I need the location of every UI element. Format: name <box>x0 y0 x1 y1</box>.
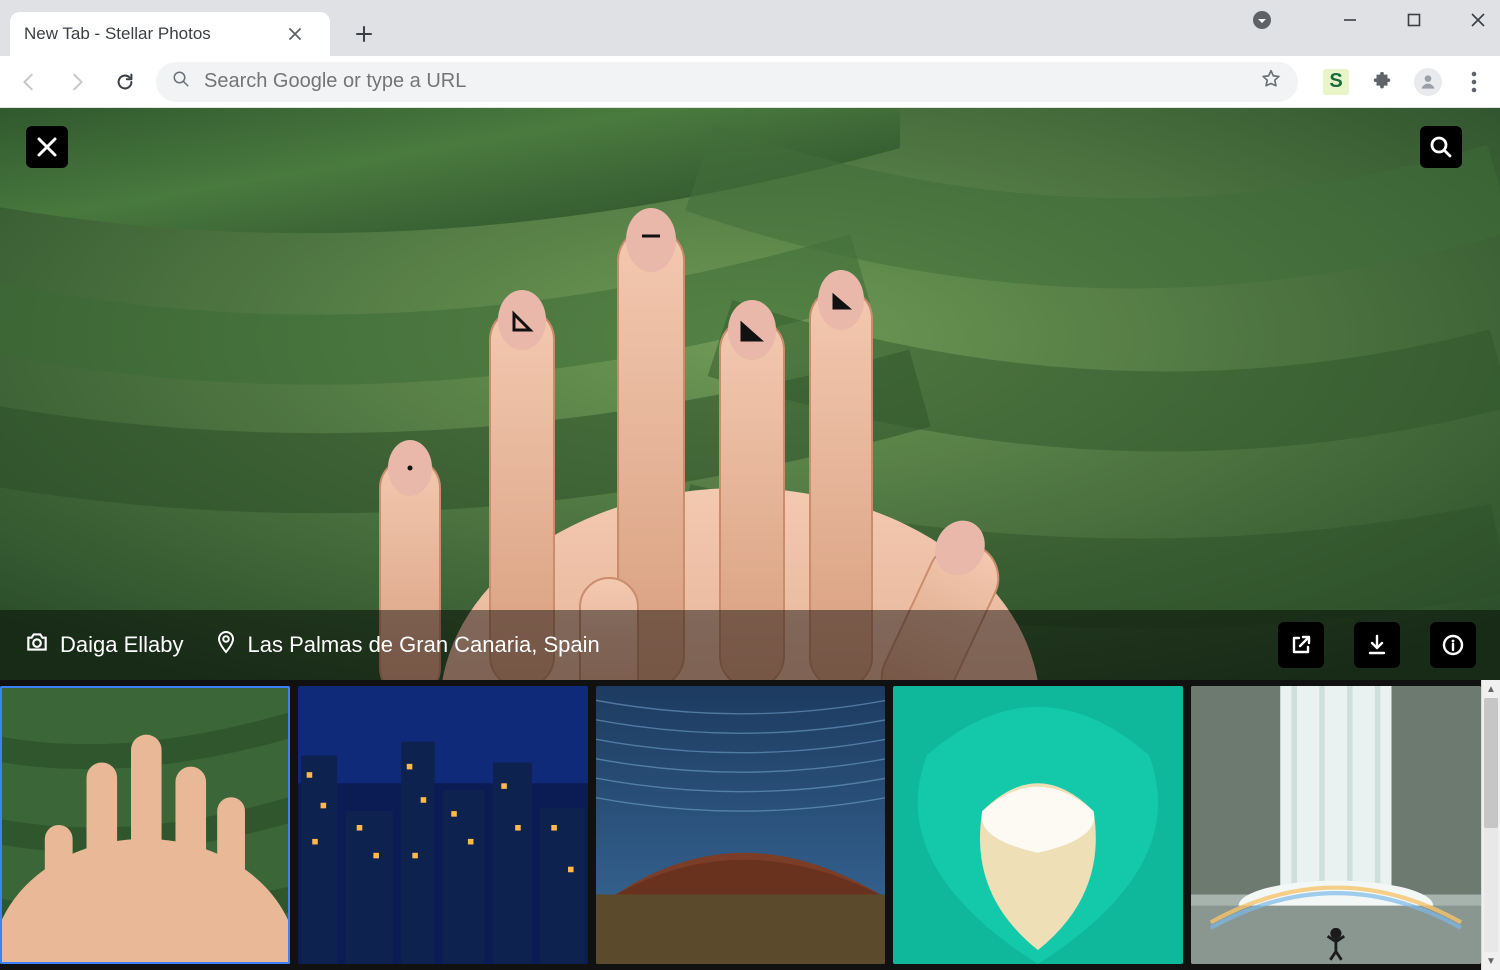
extension-stellar-icon[interactable]: S <box>1322 68 1350 96</box>
thumbnail-hand-palm[interactable] <box>0 686 290 964</box>
search-photos-button[interactable] <box>1420 126 1462 168</box>
address-bar[interactable] <box>156 62 1298 102</box>
location-pin-icon <box>214 630 238 660</box>
search-icon <box>172 70 190 94</box>
browser-tab-active[interactable]: New Tab - Stellar Photos <box>10 12 330 56</box>
location-text: Las Palmas de Gran Canaria, Spain <box>248 632 600 658</box>
kebab-menu-icon[interactable] <box>1460 68 1488 96</box>
thumbnail-uluru-stars[interactable] <box>596 686 886 964</box>
hero-image <box>0 108 1500 680</box>
thumbnail-city-night[interactable] <box>298 686 588 964</box>
thumbnail-strip <box>0 680 1481 970</box>
window-controls <box>1248 6 1492 34</box>
extensions-puzzle-icon[interactable] <box>1368 68 1396 96</box>
window-close-button[interactable] <box>1464 6 1492 34</box>
open-external-button[interactable] <box>1278 622 1324 668</box>
info-button[interactable] <box>1430 622 1476 668</box>
browser-chrome: New Tab - Stellar Photos <box>0 0 1500 108</box>
vertical-scrollbar[interactable]: ▲ ▼ <box>1481 680 1500 970</box>
scroll-up-arrow-icon[interactable]: ▲ <box>1482 680 1500 698</box>
photo-location[interactable]: Las Palmas de Gran Canaria, Spain <box>214 630 600 660</box>
close-tab-icon[interactable] <box>287 26 303 42</box>
account-switch-icon[interactable] <box>1248 6 1276 34</box>
address-input[interactable] <box>204 70 1246 93</box>
credit-name: Daiga Ellaby <box>60 632 184 658</box>
back-button[interactable] <box>12 65 46 99</box>
forward-button[interactable] <box>60 65 94 99</box>
close-photo-button[interactable] <box>26 126 68 168</box>
window-minimize-button[interactable] <box>1336 6 1364 34</box>
photo-meta-bar: Daiga Ellaby Las Palmas de Gran Canaria,… <box>0 610 1500 680</box>
tab-strip: New Tab - Stellar Photos <box>0 0 1500 56</box>
camera-icon <box>24 629 50 661</box>
thumbnail-beach-aerial[interactable] <box>893 686 1183 964</box>
thumbnail-waterfall[interactable] <box>1191 686 1481 964</box>
featured-photo: Daiga Ellaby Las Palmas de Gran Canaria,… <box>0 108 1500 680</box>
scrollbar-handle[interactable] <box>1484 698 1498 828</box>
profile-avatar-icon[interactable] <box>1414 68 1442 96</box>
thumbnail-strip-container: ▲ ▼ <box>0 680 1500 970</box>
download-button[interactable] <box>1354 622 1400 668</box>
stellar-photos-page: Daiga Ellaby Las Palmas de Gran Canaria,… <box>0 108 1500 970</box>
scroll-down-arrow-icon[interactable]: ▼ <box>1482 952 1500 970</box>
extension-letter: S <box>1323 69 1349 95</box>
reload-button[interactable] <box>108 65 142 99</box>
toolbar-actions: S <box>1322 68 1488 96</box>
bookmark-star-icon[interactable] <box>1260 68 1282 96</box>
window-maximize-button[interactable] <box>1400 6 1428 34</box>
new-tab-button[interactable] <box>348 18 380 50</box>
browser-toolbar: S <box>0 56 1500 108</box>
photo-credit[interactable]: Daiga Ellaby <box>24 629 184 661</box>
tab-title: New Tab - Stellar Photos <box>24 24 211 44</box>
